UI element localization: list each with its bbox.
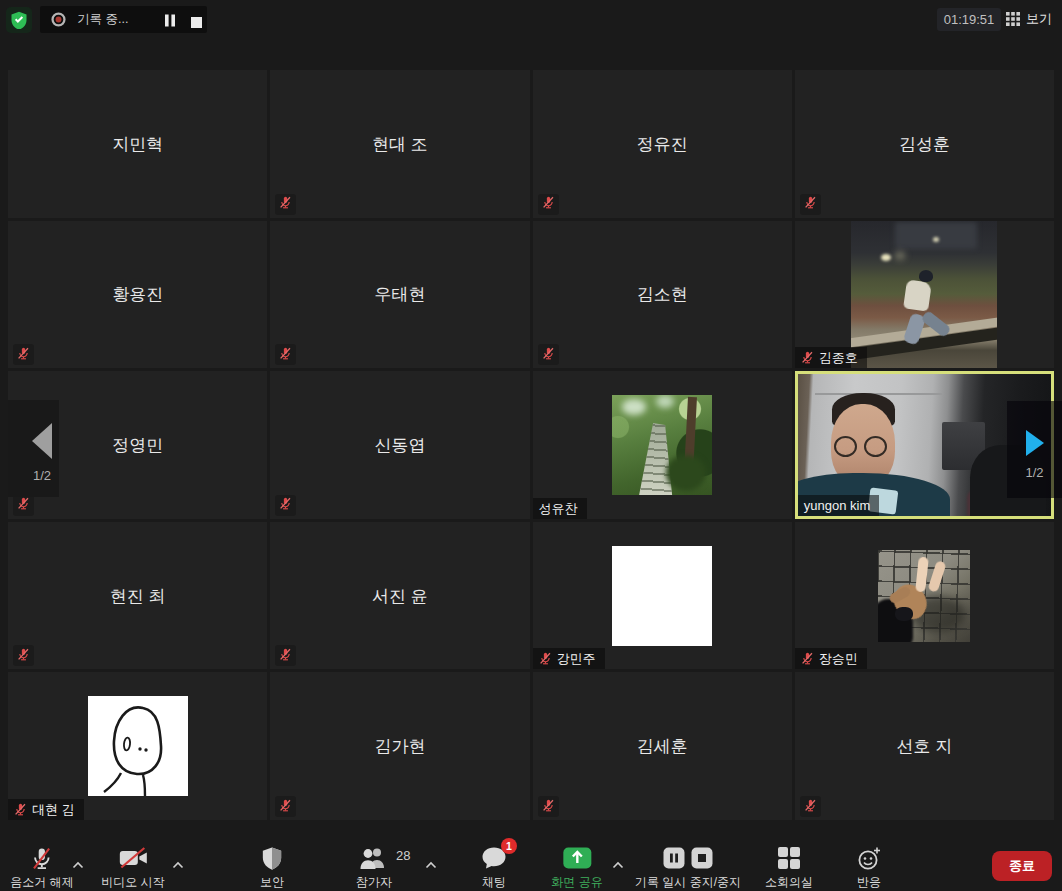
unmute-label: 음소거 해제: [10, 874, 73, 891]
participants-button[interactable]: 28 참가자: [356, 845, 392, 891]
chat-button[interactable]: 1 채팅: [481, 845, 507, 891]
share-options-chevron[interactable]: [612, 855, 624, 873]
participants-label: 참가자: [356, 874, 392, 891]
start-video-button[interactable]: 비디오 시작: [101, 845, 164, 891]
pause-recording-icon: [663, 847, 685, 869]
end-meeting-button[interactable]: 종료: [992, 851, 1052, 881]
security-label: 보안: [260, 874, 284, 891]
shield-icon: [261, 845, 283, 871]
participants-count: 28: [396, 848, 410, 863]
recording-controls-label: 기록 일시 중지/중지: [635, 874, 741, 891]
start-video-label: 비디오 시작: [101, 874, 164, 891]
breakout-rooms-icon: [777, 845, 801, 871]
share-screen-button[interactable]: 화면 공유: [551, 845, 602, 891]
chat-label: 채팅: [482, 874, 506, 891]
share-screen-icon: [561, 845, 593, 871]
chat-icon: 1: [481, 845, 507, 871]
video-options-chevron[interactable]: [172, 855, 184, 873]
muted-mic-icon: [30, 845, 55, 871]
mute-options-chevron[interactable]: [72, 855, 84, 873]
reactions-icon: [857, 845, 881, 871]
chat-notification-badge: 1: [501, 838, 517, 854]
video-off-icon: [118, 845, 148, 871]
breakout-rooms-label: 소회의실: [765, 874, 813, 891]
participants-options-chevron[interactable]: [425, 855, 437, 873]
stop-recording-icon: [691, 847, 713, 869]
share-screen-label: 화면 공유: [551, 874, 602, 891]
breakout-rooms-button[interactable]: 소회의실: [765, 845, 813, 891]
recording-controls-button[interactable]: 기록 일시 중지/중지: [635, 845, 741, 891]
unmute-button[interactable]: 음소거 해제: [10, 845, 73, 891]
security-button[interactable]: 보안: [260, 845, 284, 891]
participants-icon: 28: [359, 845, 389, 871]
reactions-label: 반응: [857, 874, 881, 891]
reactions-button[interactable]: 반응: [857, 845, 881, 891]
bottom-toolbar: 음소거 해제 비디오 시작 보안: [0, 0, 1062, 891]
